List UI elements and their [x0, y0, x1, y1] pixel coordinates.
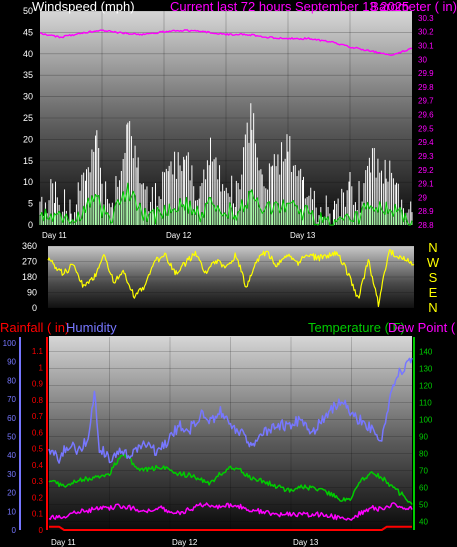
- y-left-label: Windspeed (mph): [32, 0, 135, 14]
- rain-humidity-temp-panel: 0102030405060708090100 00.10.20.30.40.50…: [0, 320, 457, 547]
- y-right-tick: 29: [418, 193, 427, 202]
- y-right-tick: 30.3: [418, 14, 434, 23]
- rain-tick: 0.3: [32, 477, 44, 486]
- y-right-tick: 29.7: [418, 97, 434, 106]
- dew-point-axis-label: Dew Point ( F): [388, 320, 457, 335]
- temperature-tick: 130: [419, 365, 433, 374]
- temperature-tick: 120: [419, 382, 433, 391]
- compass-letter: N: [428, 300, 437, 315]
- rain-tick: 1: [39, 363, 44, 372]
- x-tick-label: Day 11: [51, 538, 76, 547]
- rainfall-axis-label: Rainfall ( in): [0, 320, 69, 335]
- y-right-tick: 29.5: [418, 124, 434, 133]
- rain-tick: 0.2: [32, 493, 44, 502]
- humidity-tick-labels: 0 10 20 30 40 50 60 70 80 90 100: [3, 339, 17, 535]
- rain-tick: 0.1: [32, 510, 44, 519]
- rain-tick-labels: 0 0.1 0.2 0.3 0.4 0.5 0.6 0.7 0.8 0.9 1 1.1: [32, 347, 44, 535]
- y-right-tick: 29.8: [418, 83, 434, 92]
- humidity-tick: 80: [7, 376, 16, 385]
- y-left-tick: 15: [23, 156, 33, 166]
- x-tick-label: Day 13: [290, 231, 316, 240]
- y-right-tick: 30: [418, 55, 427, 64]
- y-right-label: Barometer ( in): [370, 0, 457, 14]
- compass-letter: S: [429, 270, 438, 285]
- temperature-tick: 90: [419, 433, 428, 442]
- y-tick: 0: [32, 303, 37, 313]
- y-right-tick: 29.6: [418, 111, 434, 120]
- y-tick: 180: [22, 272, 37, 282]
- y-left-tick: 35: [23, 70, 33, 80]
- y-tick: 270: [22, 257, 37, 267]
- y-tick: 90: [27, 288, 37, 298]
- humidity-tick: 100: [3, 339, 17, 348]
- y-right-tick: 29.4: [418, 138, 434, 147]
- temperature-tick: 80: [419, 450, 428, 459]
- temperature-tick: 70: [419, 467, 428, 476]
- temperature-tick: 110: [419, 399, 432, 408]
- rain-tick: 0.7: [32, 412, 44, 421]
- temperature-tick: 140: [419, 348, 433, 357]
- humidity-tick: 90: [7, 358, 16, 367]
- y-tick: 360: [22, 241, 37, 251]
- y-right-tick: 29.1: [418, 180, 434, 189]
- y-left-tick: 45: [23, 27, 33, 37]
- rain-tick: 0.8: [32, 396, 44, 405]
- weather-chart: 05101520253035404550 28.828.92929.129.22…: [0, 0, 457, 547]
- y-left-tick: 40: [23, 49, 33, 59]
- compass-letter: N: [428, 240, 437, 255]
- y-right-tick: 28.9: [418, 207, 434, 216]
- compass-letter: W: [427, 255, 440, 270]
- y-right-tick: 30.2: [418, 28, 434, 37]
- rain-tick: 0: [39, 526, 44, 535]
- wind-barometer-panel: 05101520253035404550 28.828.92929.129.22…: [23, 0, 457, 240]
- y-left-tick: 25: [23, 113, 33, 123]
- temperature-tick: 50: [419, 501, 428, 510]
- x-tick-label: Day 12: [166, 231, 192, 240]
- humidity-tick: 0: [12, 526, 17, 535]
- y-left-tick: 20: [23, 134, 33, 144]
- rain-tick: 0.6: [32, 428, 44, 437]
- temperature-tick: 40: [419, 518, 428, 527]
- humidity-axis-label: Humidity: [66, 320, 117, 335]
- left-tick-labels: 05101520253035404550: [23, 6, 33, 230]
- temperature-tick: 60: [419, 484, 428, 493]
- rain-tick: 0.5: [32, 445, 44, 454]
- rain-tick: 0.4: [32, 461, 44, 470]
- y-right-tick: 29.3: [418, 152, 434, 161]
- humidity-tick: 10: [7, 507, 16, 516]
- humidity-tick: 60: [7, 414, 16, 423]
- humidity-tick: 70: [7, 395, 16, 404]
- humidity-tick: 30: [7, 470, 16, 479]
- y-left-tick: 30: [23, 92, 33, 102]
- y-tick-labels: 0 90 180 270 360: [22, 241, 37, 313]
- wind-direction-panel: 090180270360 NWSEN: [22, 240, 440, 315]
- rain-tick: 1.1: [32, 347, 44, 356]
- x-tick-label: Day 11: [42, 231, 67, 240]
- y-left-tick: 10: [23, 177, 33, 187]
- humidity-tick: 20: [7, 489, 16, 498]
- x-tick-labels: Day 11 Day 12 Day 13: [51, 538, 319, 547]
- x-tick-labels: Day 11 Day 12 Day 13: [42, 231, 316, 240]
- x-tick-label: Day 13: [293, 538, 319, 547]
- y-right-tick: 28.8: [418, 221, 434, 230]
- y-left-tick: 0: [28, 220, 33, 230]
- temperature-tick: 100: [419, 416, 433, 425]
- compass-letter: E: [429, 285, 438, 300]
- y-right-tick: 29.2: [418, 166, 434, 175]
- humidity-tick: 40: [7, 451, 16, 460]
- humidity-tick: 50: [7, 433, 16, 442]
- y-right-tick: 30.1: [418, 42, 434, 51]
- y-right-tick: 29.9: [418, 69, 434, 78]
- rain-tick: 0.9: [32, 380, 44, 389]
- x-tick-label: Day 12: [172, 538, 198, 547]
- temperature-tick-labels: 40 50 60 70 80 90 100 110 120 130 140: [419, 348, 433, 527]
- right-tick-labels: 28.8 28.9 29 29.1 29.2 29.3 29.4 29.5 29.6 29.7 29…: [418, 14, 434, 230]
- y-left-tick: 5: [28, 199, 33, 209]
- compass-labels: NWSEN: [427, 240, 440, 315]
